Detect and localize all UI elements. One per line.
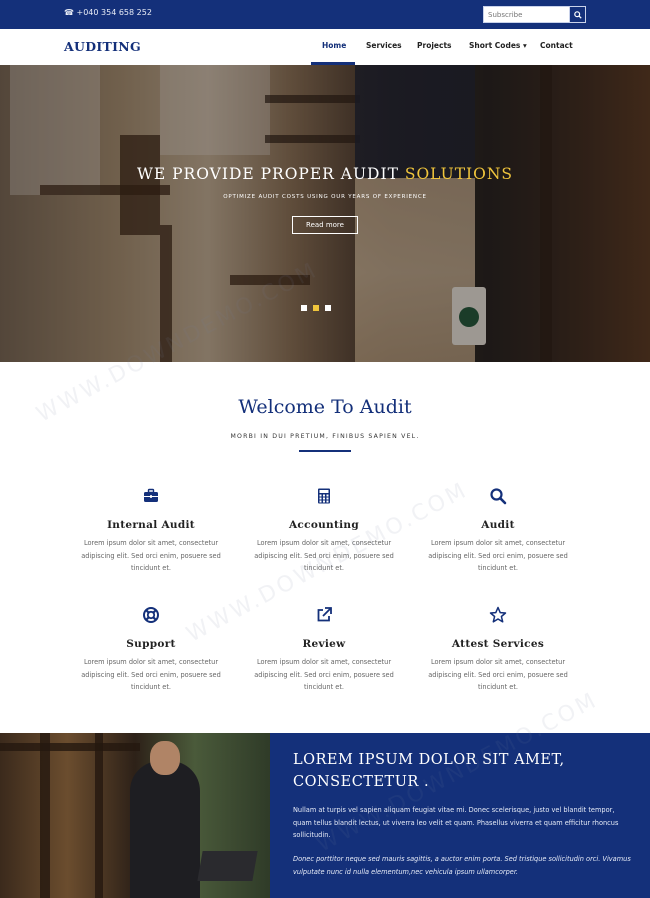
top-bar: ☎ +040 354 658 252	[0, 0, 650, 29]
background-beam	[40, 733, 50, 898]
about-paragraph-1: Nullam at turpis vel sapien aliquam feug…	[293, 806, 619, 839]
main-navbar: AUDITING Home Services Projects Short Co…	[0, 29, 650, 65]
service-audit: Audit Lorem ipsum dolor sit amet, consec…	[413, 487, 583, 575]
about-paragraph-2: Donec porttitor neque sed mauris sagitti…	[293, 855, 631, 876]
service-support: Support Lorem ipsum dolor sit amet, cons…	[66, 606, 236, 694]
service-text: Lorem ipsum dolor sit amet, consectetur …	[428, 658, 568, 691]
hero-subtitle: OPTIMIZE AUDIT COSTS USING OUR YEARS OF …	[223, 194, 427, 200]
service-text: Lorem ipsum dolor sit amet, consectetur …	[81, 539, 221, 572]
search-icon	[490, 488, 507, 505]
nav-services[interactable]: Services	[366, 41, 402, 50]
read-more-button[interactable]: Read more	[292, 216, 358, 234]
man-head	[150, 741, 180, 775]
nav-contact[interactable]: Contact	[540, 41, 573, 50]
slider-dot-3[interactable]	[325, 305, 331, 311]
external-link-icon	[317, 607, 332, 622]
service-accounting: Accounting Lorem ipsum dolor sit amet, c…	[239, 487, 409, 575]
calculator-icon	[318, 488, 330, 504]
service-title: Attest Services	[451, 638, 545, 650]
nav-projects[interactable]: Projects	[417, 41, 452, 50]
service-attest: Attest Services Lorem ipsum dolor sit am…	[413, 606, 583, 694]
service-title: Accounting	[288, 519, 360, 531]
service-text: Lorem ipsum dolor sit amet, consectetur …	[254, 658, 394, 691]
hero-title-highlight: SOLUTIONS	[404, 165, 514, 183]
welcome-divider	[299, 450, 351, 452]
slider-dot-2[interactable]	[313, 305, 319, 311]
slider-dot-1[interactable]	[301, 305, 307, 311]
service-text: Lorem ipsum dolor sit amet, consectetur …	[428, 539, 568, 572]
site-logo[interactable]: AUDITING	[64, 39, 141, 54]
hero-slider: WE PROVIDE PROPER AUDIT SOLUTIONS OPTIMI…	[0, 65, 650, 362]
service-internal-audit: Internal Audit Lorem ipsum dolor sit ame…	[66, 487, 236, 575]
about-panel: LOREM IPSUM DOLOR SIT AMET, CONSECTETUR …	[270, 733, 650, 898]
man-figure	[130, 761, 200, 898]
service-review: Review Lorem ipsum dolor sit amet, conse…	[239, 606, 409, 694]
background-beam	[0, 743, 140, 751]
subscribe-search-button[interactable]	[569, 7, 585, 22]
hero-title: WE PROVIDE PROPER AUDIT SOLUTIONS	[136, 165, 514, 183]
slider-dots	[301, 305, 331, 311]
about-image	[0, 733, 270, 898]
subscribe-form	[483, 6, 586, 23]
service-text: Lorem ipsum dolor sit amet, consectetur …	[81, 658, 221, 691]
welcome-subtitle: MORBI IN DUI PRETIUM, FINIBUS SAPIEN VEL…	[230, 433, 420, 440]
welcome-title: Welcome To Audit	[238, 396, 412, 418]
phone-number: ☎ +040 354 658 252	[64, 8, 152, 17]
briefcase-icon	[144, 488, 158, 502]
service-title: Review	[302, 638, 346, 650]
life-ring-icon	[143, 607, 159, 623]
service-title: Support	[126, 638, 176, 650]
about-title: LOREM IPSUM DOLOR SIT AMET, CONSECTETUR …	[293, 752, 565, 790]
search-icon	[573, 10, 582, 19]
hero-overlay	[0, 65, 650, 362]
service-text: Lorem ipsum dolor sit amet, consectetur …	[254, 539, 394, 572]
service-title: Internal Audit	[107, 519, 195, 531]
subscribe-input[interactable]	[484, 7, 569, 22]
background-beam	[95, 733, 103, 898]
laptop	[197, 851, 258, 881]
nav-short-codes[interactable]: Short Codes ▾	[469, 41, 527, 50]
service-title: Audit	[481, 519, 515, 531]
star-icon	[489, 606, 507, 623]
nav-home[interactable]: Home	[322, 41, 346, 50]
